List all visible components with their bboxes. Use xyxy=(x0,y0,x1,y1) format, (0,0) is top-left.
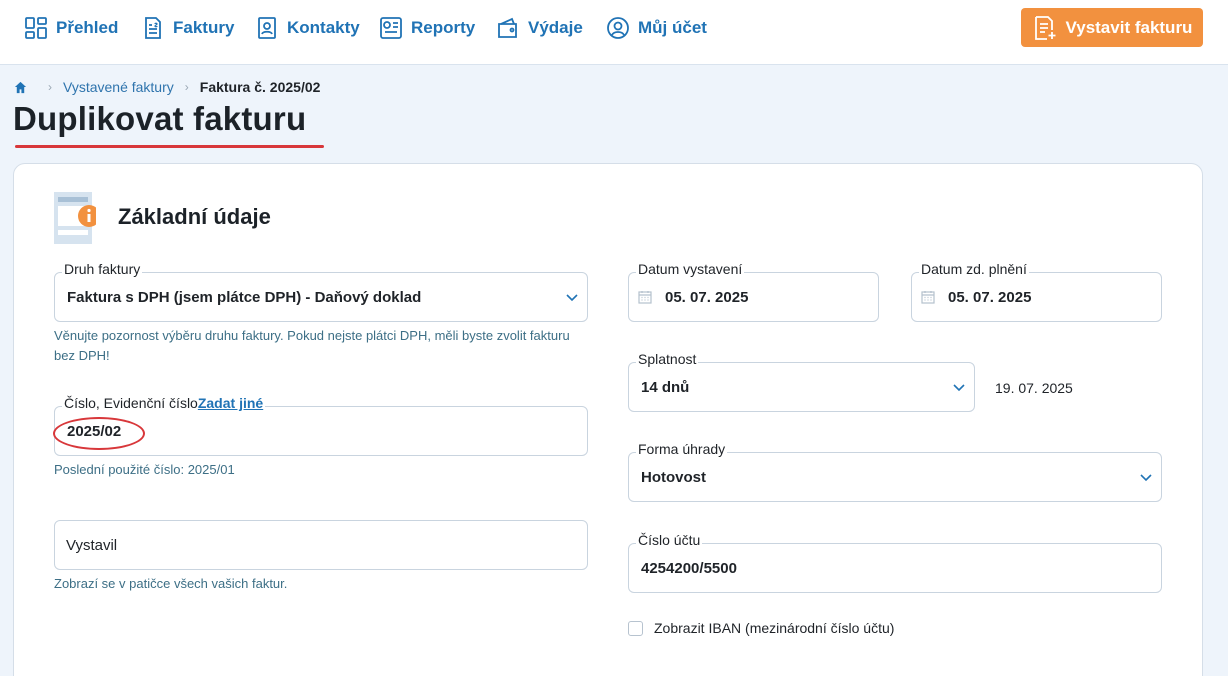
due-date-text: 19. 07. 2025 xyxy=(995,380,1073,396)
breadcrumb-link-issued-invoices[interactable]: Vystavené faktury xyxy=(63,79,174,95)
invoice-number-field[interactable]: Číslo, Evidenční čísloZadat jiné 2025/02 xyxy=(53,395,588,456)
dashboard-icon xyxy=(25,17,47,39)
nav-item-vydaje[interactable]: Výdaje xyxy=(496,14,583,42)
nav-item-reporty[interactable]: Reporty xyxy=(379,14,475,42)
wallet-icon xyxy=(498,17,517,38)
taxable-date-value: 05. 07. 2025 xyxy=(948,288,1032,306)
invoice-type-value: Faktura s DPH (jsem plátce DPH) - Daňový… xyxy=(67,288,422,306)
issue-invoice-button[interactable]: Vystavit fakturu xyxy=(1021,8,1203,47)
payment-method-select[interactable]: Forma úhrady Hotovost xyxy=(628,441,1162,502)
taxable-date-field[interactable]: Datum zd. plnění 05. 07. 2025 xyxy=(911,261,1162,322)
enter-other-link[interactable]: Zadat jiné xyxy=(198,395,263,411)
nav-item-prehled[interactable]: Přehled xyxy=(24,14,118,42)
issue-date-field[interactable]: Datum vystavení 05. 07. 2025 xyxy=(628,261,879,322)
due-select[interactable]: Splatnost 14 dnů xyxy=(628,351,975,412)
breadcrumb: › Vystavené faktury › Faktura č. 2025/02 xyxy=(14,78,320,96)
issuer-placeholder: Vystavil xyxy=(66,536,118,554)
account-number-field[interactable]: Číslo účtu 4254200/5500 xyxy=(628,532,1162,593)
chevron-down-icon xyxy=(953,384,965,392)
issuer-field[interactable]: Vystavil xyxy=(54,520,588,570)
nav-label: Přehled xyxy=(56,18,119,37)
calendar-icon xyxy=(921,291,935,304)
user-icon xyxy=(607,17,629,39)
show-iban-checkbox[interactable] xyxy=(628,621,643,636)
invoice-type-help: Věnujte pozornost výběru druhu faktury. … xyxy=(54,328,570,363)
show-iban-label[interactable]: Zobrazit IBAN (mezinárodní číslo účtu) xyxy=(654,620,894,636)
nav-label: Kontakty xyxy=(287,18,360,37)
breadcrumb-current: Faktura č. 2025/02 xyxy=(199,79,321,95)
info-document-icon xyxy=(54,192,96,244)
nav-label: Můj účet xyxy=(638,18,707,37)
chevron-right-icon: › xyxy=(48,80,52,94)
due-value: 14 dnů xyxy=(641,378,690,396)
basic-info-card: Základní údaje Druh faktury Faktura s DP… xyxy=(13,163,1203,676)
issuer-help: Zobrazí se v patičce všech vašich faktur… xyxy=(54,576,288,591)
issue-invoice-label: Vystavit fakturu xyxy=(1065,17,1193,37)
home-icon[interactable] xyxy=(14,81,27,94)
nav-item-kontakty[interactable]: Kontakty xyxy=(255,14,360,42)
chevron-right-icon: › xyxy=(184,80,189,94)
nav-item-faktury[interactable]: Faktury xyxy=(141,14,234,42)
top-navigation: Přehled Faktury Kontakty Reporty Výdaje … xyxy=(0,0,1228,65)
invoice-icon xyxy=(145,17,161,39)
chevron-down-icon xyxy=(1140,474,1152,482)
payment-method-value: Hotovost xyxy=(641,468,706,486)
calendar-icon xyxy=(638,291,652,304)
issue-date-value: 05. 07. 2025 xyxy=(665,288,749,306)
nav-label: Reporty xyxy=(411,18,476,37)
chevron-down-icon xyxy=(566,294,578,302)
report-icon xyxy=(380,17,402,39)
nav-label: Výdaje xyxy=(528,18,583,37)
invoice-number-value: 2025/02 xyxy=(67,422,122,440)
nav-label: Faktury xyxy=(173,18,235,37)
invoice-type-select[interactable]: Druh faktury Faktura s DPH (jsem plátce … xyxy=(54,261,588,322)
title-underline-annotation xyxy=(15,145,324,148)
section-title: Základní údaje xyxy=(118,204,271,229)
page-title: Duplikovat fakturu xyxy=(13,100,307,137)
new-invoice-icon xyxy=(1034,15,1056,40)
account-number-value: 4254200/5500 xyxy=(641,559,737,577)
nav-item-muj-ucet[interactable]: Můj účet xyxy=(606,14,707,42)
contact-icon xyxy=(258,17,276,39)
invoice-number-help: Poslední použité číslo: 2025/01 xyxy=(54,462,235,477)
